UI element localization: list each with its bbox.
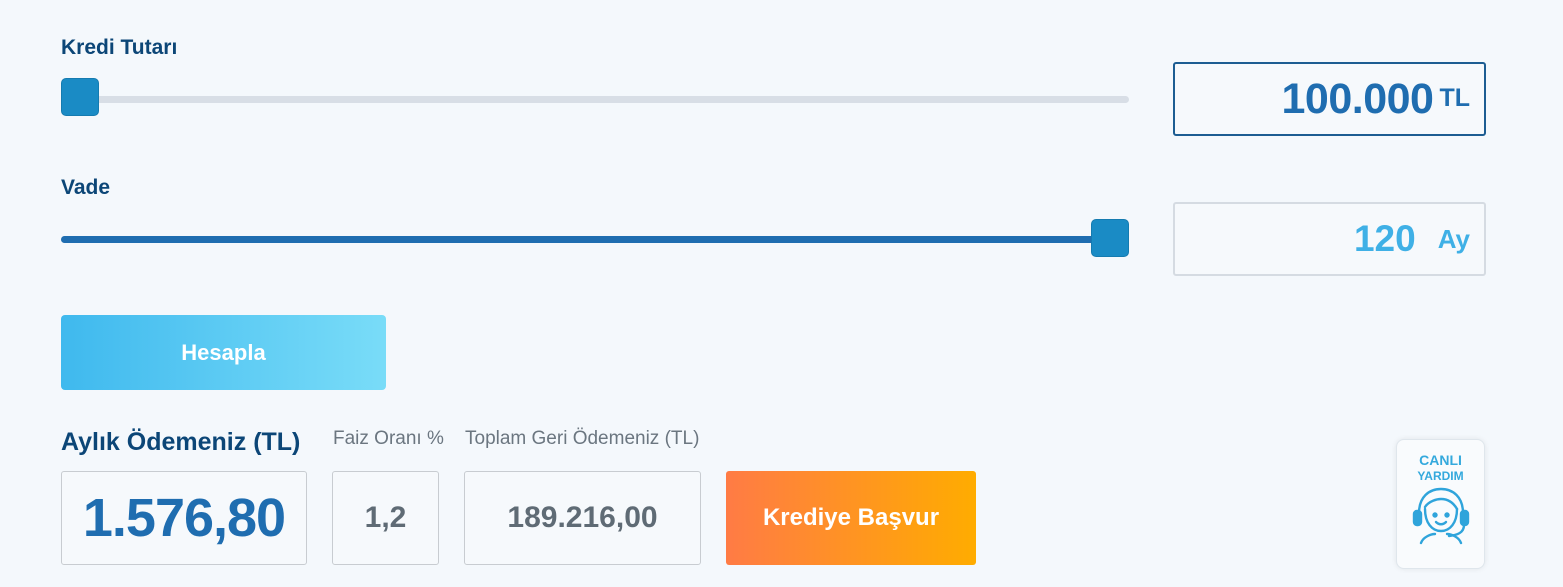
loan-amount-slider-track[interactable] <box>61 96 1129 103</box>
headset-agent-icon <box>1412 487 1469 545</box>
term-value: 120 <box>1353 218 1416 259</box>
total-repayment-value: 189.216,00 <box>507 501 658 534</box>
interest-rate-value: 1,2 <box>364 501 407 534</box>
live-help-line2: YARDIM <box>1417 469 1464 483</box>
monthly-payment-box: 1.576,80 <box>61 471 307 565</box>
live-help-widget[interactable]: CANLI YARDIM <box>1396 439 1485 569</box>
term-slider-handle[interactable] <box>1091 219 1129 257</box>
live-help-line1: CANLI <box>1419 452 1462 468</box>
monthly-payment-value: 1.576,80 <box>82 488 286 548</box>
apply-for-loan-button[interactable]: Krediye Başvur <box>726 471 976 565</box>
loan-amount-value: 100.000 <box>1281 74 1434 123</box>
calculate-button[interactable]: Hesapla <box>61 315 386 390</box>
term-slider-track[interactable] <box>61 236 1129 243</box>
total-repayment-box: 189.216,00 <box>464 471 701 565</box>
loan-amount-slider-handle[interactable] <box>61 78 99 116</box>
term-label: Vade <box>61 176 111 199</box>
term-unit: Ay <box>1437 223 1470 254</box>
loan-amount-label: Kredi Tutarı <box>61 36 178 59</box>
total-repayment-label: Toplam Geri Ödemeniz (TL) <box>465 428 700 449</box>
monthly-payment-label: Aylık Ödemeniz (TL) <box>61 428 301 456</box>
term-field[interactable]: 120 Ay <box>1173 202 1486 276</box>
loan-amount-field[interactable]: 100.000 TL <box>1173 62 1486 136</box>
interest-rate-box: 1,2 <box>332 471 439 565</box>
term-slider-fill <box>61 236 1129 243</box>
interest-rate-label: Faiz Oranı % <box>333 428 444 449</box>
loan-amount-unit: TL <box>1439 84 1470 112</box>
